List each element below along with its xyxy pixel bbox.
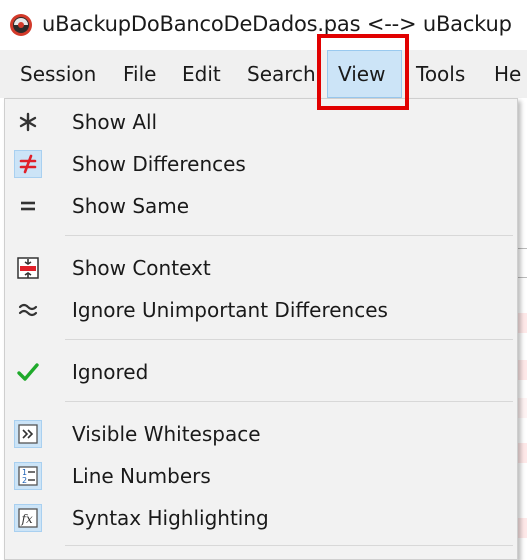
app-icon bbox=[10, 14, 32, 36]
menu-separator bbox=[65, 235, 513, 236]
menu-item-label: Show Context bbox=[72, 256, 211, 280]
equal-icon bbox=[14, 192, 42, 220]
menu-item-syntax-highlighting[interactable]: fx Syntax Highlighting bbox=[5, 497, 515, 539]
approx-equal-icon bbox=[14, 296, 42, 324]
menu-item-visible-whitespace[interactable]: Visible Whitespace bbox=[5, 413, 515, 455]
menu-item-label: Line Numbers bbox=[72, 464, 211, 488]
view-dropdown-menu: Show All Show Differences Show Same Show… bbox=[4, 98, 518, 560]
svg-text:2: 2 bbox=[22, 476, 27, 485]
svg-text:fx: fx bbox=[21, 512, 33, 526]
menu-item-label: Show Differences bbox=[72, 152, 246, 176]
context-icon bbox=[14, 254, 42, 282]
menu-item-label: Show All bbox=[72, 110, 158, 134]
menu-tools[interactable]: Tools bbox=[406, 50, 475, 98]
menu-view[interactable]: View bbox=[327, 50, 402, 98]
menu-item-ignore-unimportant-differences[interactable]: Ignore Unimportant Differences bbox=[5, 289, 515, 331]
syntax-fx-icon: fx bbox=[14, 504, 42, 532]
menu-item-label: Show Same bbox=[72, 194, 190, 218]
menu-item-show-differences[interactable]: Show Differences bbox=[5, 143, 515, 185]
menu-item-line-numbers[interactable]: 1 2 Line Numbers bbox=[5, 455, 515, 497]
menu-bar: Session File Edit Search View Tools He bbox=[0, 50, 527, 98]
menu-edit[interactable]: Edit bbox=[172, 50, 231, 98]
menu-separator bbox=[65, 545, 513, 546]
title-bar: uBackupDoBancoDeDados.pas <--> uBackup bbox=[0, 0, 527, 50]
menu-help[interactable]: He bbox=[484, 50, 527, 98]
menu-separator bbox=[65, 339, 513, 340]
line-numbers-icon: 1 2 bbox=[14, 462, 42, 490]
menu-item-ignored[interactable]: Ignored bbox=[5, 351, 515, 393]
menu-file[interactable]: File bbox=[113, 50, 166, 98]
menu-item-show-context[interactable]: Show Context bbox=[5, 247, 515, 289]
whitespace-icon bbox=[14, 420, 42, 448]
checkmark-icon bbox=[14, 358, 42, 386]
menu-session[interactable]: Session bbox=[10, 50, 106, 98]
menu-item-label: Ignored bbox=[72, 360, 149, 384]
menu-item-label: Visible Whitespace bbox=[72, 422, 261, 446]
menu-item-show-same[interactable]: Show Same bbox=[5, 185, 515, 227]
menu-item-show-all[interactable]: Show All bbox=[5, 101, 515, 143]
asterisk-icon bbox=[14, 108, 42, 136]
window-title: uBackupDoBancoDeDados.pas <--> uBackup bbox=[42, 12, 512, 36]
menu-separator bbox=[65, 401, 513, 402]
menu-item-label: Syntax Highlighting bbox=[72, 506, 269, 530]
menu-search[interactable]: Search bbox=[237, 50, 326, 98]
not-equal-icon bbox=[14, 150, 42, 178]
menu-item-label: Ignore Unimportant Differences bbox=[72, 298, 388, 322]
